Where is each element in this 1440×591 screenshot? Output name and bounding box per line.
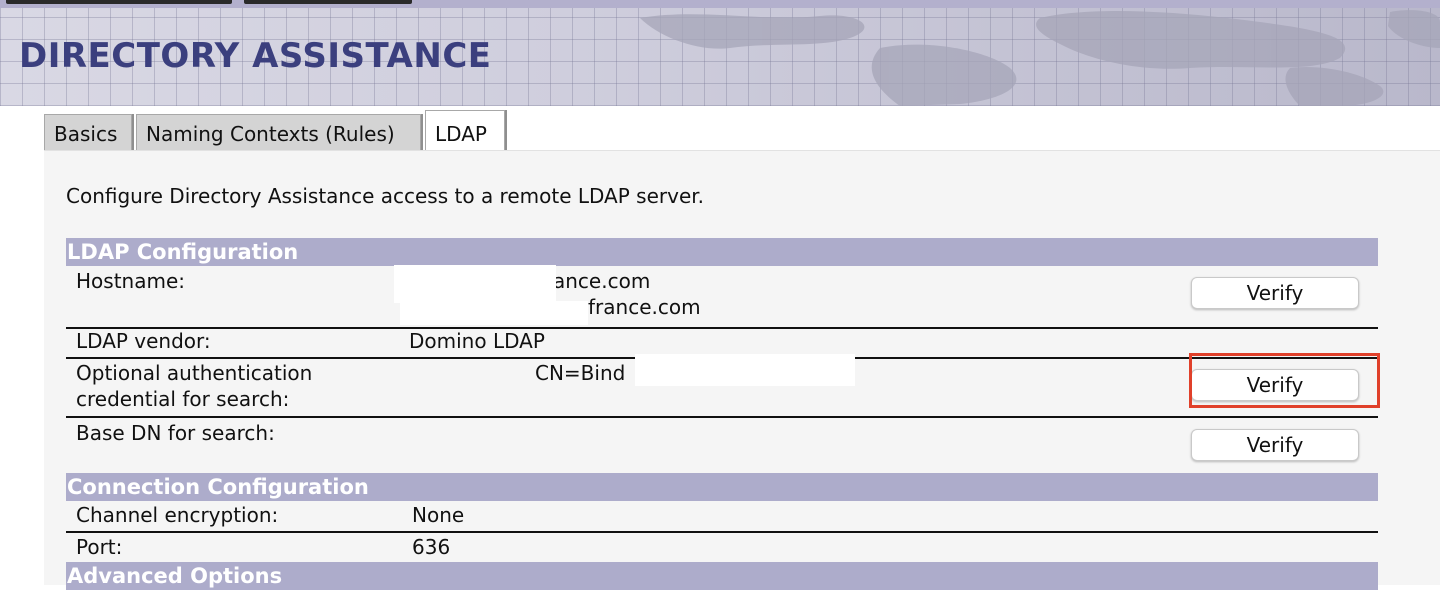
tab-label: LDAP [435,122,487,146]
tab-naming-contexts[interactable]: Naming Contexts (Rules) [136,114,421,150]
header-banner: DIRECTORY ASSISTANCE [0,8,1440,106]
ldap-vendor-value: Domino LDAP [409,329,545,353]
verify-hostname-button[interactable]: Verify [1191,277,1359,309]
intro-text: Configure Directory Assistance access to… [66,184,704,208]
auth-credential-label-line1: Optional authentication [76,361,313,385]
section-header-advanced-options: Advanced Options [66,562,1378,590]
top-strip [0,0,1440,8]
ldap-panel: Configure Directory Assistance access to… [44,150,1440,590]
port-value: 636 [412,535,451,559]
hostname-value-line1: ance.com [553,269,651,293]
tab-ldap[interactable]: LDAP [425,110,505,152]
row-divider [66,327,1378,329]
browser-tab-stub[interactable] [244,0,412,4]
redacted-area [400,301,588,325]
page-title: DIRECTORY ASSISTANCE [19,36,492,76]
channel-encryption-value: None [412,503,465,527]
hostname-label: Hostname: [76,269,185,293]
auth-credential-value: CN=Bind [535,361,626,385]
section-header-ldap-configuration: LDAP Configuration [66,238,1378,266]
port-label: Port: [76,535,123,559]
tab-basics[interactable]: Basics [44,114,132,150]
row-divider [66,531,1378,533]
redacted-area [635,354,855,386]
browser-tab-stub[interactable] [6,0,232,4]
section-header-connection-configuration: Connection Configuration [66,473,1378,501]
highlight-box [1189,353,1380,408]
tab-label: Naming Contexts (Rules) [146,122,395,146]
hostname-value-line2: france.com [588,295,701,319]
channel-encryption-label: Channel encryption: [76,503,279,527]
base-dn-label: Base DN for search: [76,421,275,445]
row-divider [66,416,1378,418]
verify-base-dn-button[interactable]: Verify [1191,429,1359,461]
auth-credential-label-line2: credential for search: [76,387,290,411]
ldap-vendor-label: LDAP vendor: [76,329,211,353]
tab-label: Basics [54,122,118,146]
redacted-area [394,265,556,303]
